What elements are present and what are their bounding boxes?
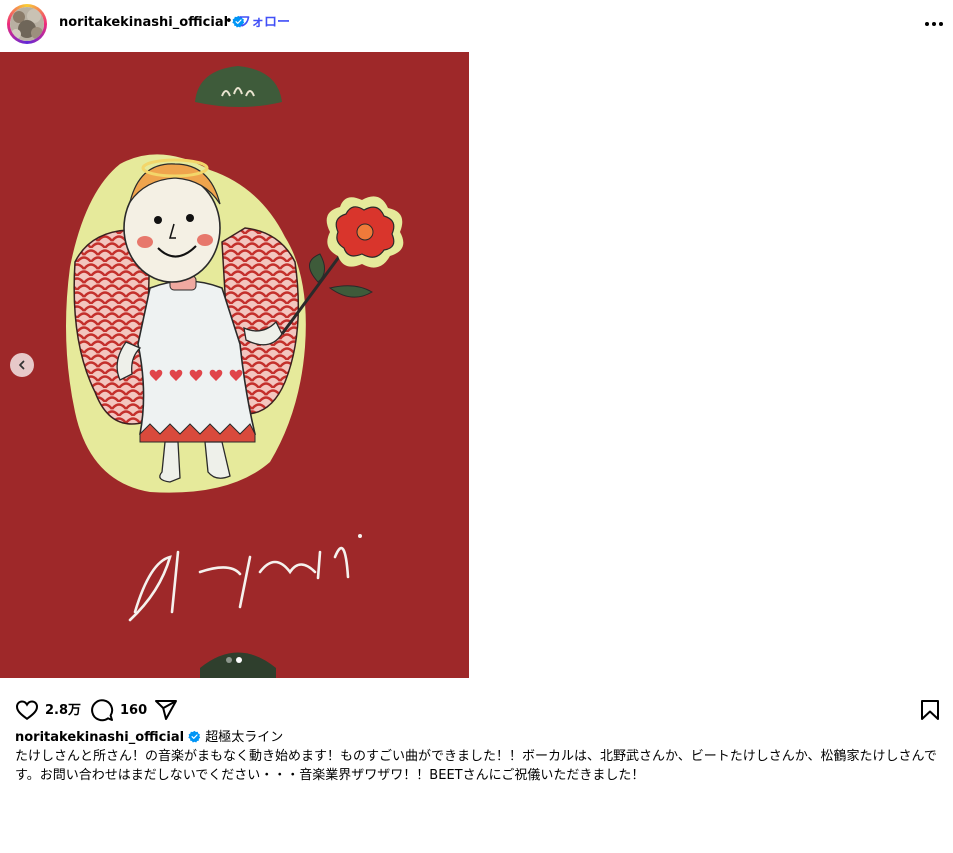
header-separator: •	[225, 14, 233, 29]
carousel-dot-1	[226, 657, 232, 663]
more-options-button[interactable]	[920, 10, 948, 38]
bookmark-icon[interactable]	[918, 698, 942, 722]
avatar[interactable]	[7, 4, 47, 44]
avatar-image	[10, 7, 44, 41]
like-count[interactable]: 2.8万	[45, 703, 81, 719]
caption-headline: 超極太ライン	[205, 730, 284, 745]
caption-header: noritakekinashi_official 超極太ライン	[15, 729, 283, 747]
comment-count[interactable]: 160	[120, 703, 147, 719]
action-bar: 2.8万 160	[0, 695, 953, 725]
post-username[interactable]: noritakekinashi_official	[59, 15, 245, 31]
chevron-left-icon	[19, 360, 25, 370]
carousel-prev-button[interactable]	[10, 353, 34, 377]
post-media[interactable]	[0, 52, 469, 678]
carousel-dot-2-active	[236, 657, 242, 663]
post-header: noritakekinashi_official • フォロー	[0, 0, 953, 48]
carousel-indicator	[226, 657, 242, 663]
comment-icon[interactable]	[90, 698, 114, 722]
verified-badge-icon	[188, 730, 201, 743]
more-options-icon	[925, 22, 943, 26]
heart-icon[interactable]	[15, 698, 39, 722]
caption-username[interactable]: noritakekinashi_official	[15, 730, 184, 745]
share-icon[interactable]	[154, 698, 178, 722]
caption-text: たけしさんと所さん！の音楽がまもなく動き始めます！ものすごい曲ができました！！ボ…	[15, 749, 937, 783]
angel-illustration-image	[0, 52, 469, 678]
follow-button[interactable]: フォロー	[238, 15, 290, 31]
